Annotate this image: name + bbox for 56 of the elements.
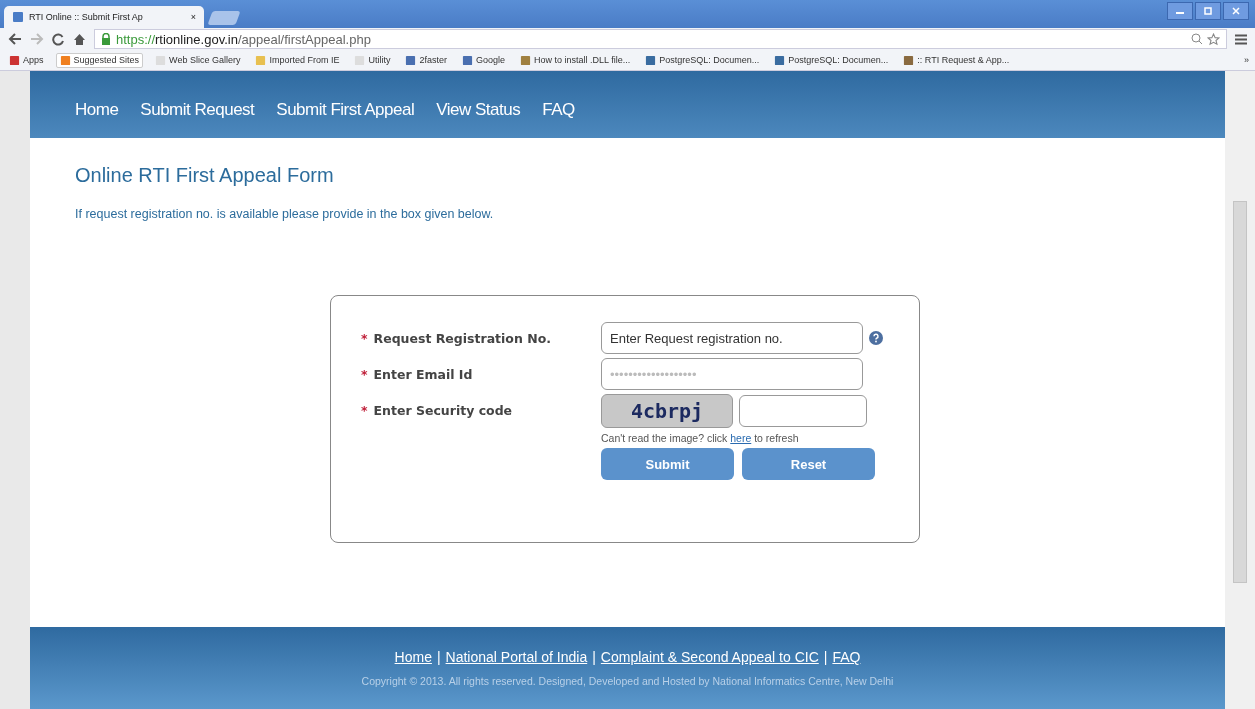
link-separator: | [592,649,596,665]
scroll-thumb[interactable] [1233,201,1247,583]
copyright-text: Copyright © 2013. All rights reserved. Designed, Developed and Hosted by National Informatics Centre, New Delhi [361,675,894,687]
bookmark-link[interactable]: Utility [351,53,394,67]
bookmark-link[interactable]: Suggested Sites [55,52,144,68]
bookmark-link[interactable]: PostgreSQL: Documen... [771,53,892,67]
minimize-button[interactable] [1167,2,1193,20]
field-label: * Enter Security code [361,401,514,420]
bookmark-link[interactable]: PostgreSQL: Documen... [642,53,763,67]
new-tab-button[interactable] [207,11,241,25]
refresh-link[interactable]: here [730,432,752,444]
close-icon [1232,7,1240,15]
nav-link[interactable]: Submit Request [140,99,255,120]
refresh-hint: Can't read the image? click here to refresh [601,432,800,444]
maximize-icon [1204,7,1212,15]
footer-link[interactable]: FAQ [832,649,861,665]
bookmark-link[interactable]: :: RTI Request & App... [900,53,1013,67]
page-heading: Online RTI First Appeal Form [75,164,335,187]
close-icon[interactable]: × [190,12,196,22]
footer-link[interactable]: National Portal of India [445,649,588,665]
captcha-input[interactable] [739,395,867,427]
lock-icon [101,33,111,45]
nav-link[interactable]: Home [75,99,119,120]
link-separator: | [436,649,441,665]
input-field[interactable]: ••••••••••••••••••• [601,358,863,390]
intro-text: If request registration no. is available please provide in the box given below. [75,207,495,221]
zoom-icon[interactable] [1191,32,1203,45]
menu-icon[interactable] [1235,33,1247,45]
input-field[interactable]: Enter Request registration no. [601,322,863,354]
maximize-button[interactable] [1195,2,1221,20]
close-button[interactable] [1223,2,1249,20]
nav-link[interactable]: FAQ [542,99,575,120]
bookmark-link[interactable]: 2faster [402,53,450,67]
link-separator: | [823,649,828,665]
tab-title: RTI Online :: Submit First Ap [29,12,143,22]
reload-icon[interactable] [52,32,65,46]
address-bar[interactable]: https://rtionline.gov.in/appeal/firstAppeal.php [94,29,1227,49]
field-label: * Request Registration No. [361,329,552,348]
home-icon[interactable] [73,32,86,46]
footer-link[interactable]: Complaint & Second Appeal to CIC [600,649,819,665]
bookmark-link[interactable]: How to install .DLL file... [517,53,634,67]
scrollbar[interactable] [1225,71,1255,709]
back-icon[interactable] [8,33,22,45]
bookmark-link[interactable]: Imported From IE [252,53,343,67]
bookmarks-overflow[interactable]: » [1244,55,1249,65]
field-label: * Enter Email Id [361,365,474,384]
bookmark-link[interactable]: Web Slice Gallery [152,53,244,67]
footer-link[interactable]: Home [394,649,432,665]
star-icon[interactable] [1207,32,1220,46]
nav-link[interactable]: View Status [436,99,521,120]
bookmark-link[interactable]: Google [458,53,508,67]
bookmark-link[interactable]: Apps [6,53,47,67]
browser-tab[interactable]: RTI Online :: Submit First Ap × [4,6,204,28]
help-icon[interactable] [869,331,883,345]
captcha-image: 4cbrpj [601,394,733,428]
nav-link[interactable]: Submit First Appeal [276,99,415,120]
